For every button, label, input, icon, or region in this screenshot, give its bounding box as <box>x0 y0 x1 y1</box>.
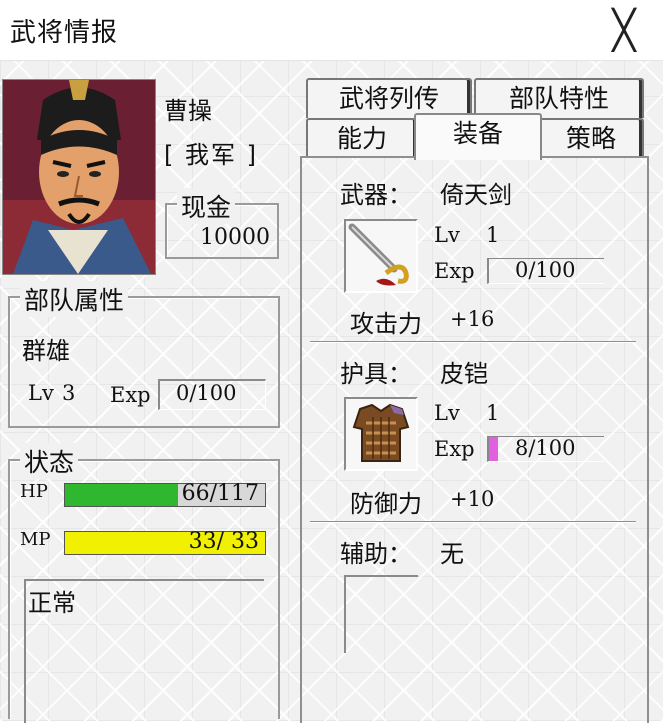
tab-biography[interactable]: 武将列传 <box>306 78 472 118</box>
weapon-name: 倚天剑 <box>440 181 512 209</box>
general-name: 曹操 <box>164 97 212 125</box>
tab-ability[interactable]: 能力 <box>306 118 418 158</box>
hp-bar-fill <box>65 484 178 506</box>
armor-icon-frame <box>344 397 418 471</box>
weapon-exp-value: 0/100 <box>515 258 576 282</box>
accessory-icon-frame <box>344 575 418 653</box>
armor-lv-value: 1 <box>486 401 500 425</box>
condition-text: 正常 <box>28 589 76 617</box>
status-legend: 状态 <box>20 443 79 479</box>
portrait-image <box>3 80 155 274</box>
tab-unit-traits[interactable]: 部队特性 <box>474 78 644 118</box>
weapon-lv-label: Lv <box>434 223 460 247</box>
armor-name: 皮铠 <box>440 360 488 388</box>
armor-lv-label: Lv <box>434 401 460 425</box>
unit-attribute-legend: 部队属性 <box>20 281 129 317</box>
weapon-slot-label: 武器： <box>340 181 412 209</box>
weapon-exp-label: Exp <box>434 259 475 283</box>
weapon-stat-value: +16 <box>450 307 495 331</box>
armor-exp-value: 8/100 <box>515 436 576 460</box>
armor-stat-label: 防御力 <box>350 490 422 518</box>
mp-value: 33/ 33 <box>188 529 259 554</box>
money-label: 现金 <box>177 188 236 224</box>
unit-lv-value: 3 <box>62 381 76 405</box>
money-value: 10000 <box>200 225 270 250</box>
weapon-icon-frame <box>344 219 418 293</box>
close-icon: ╳ <box>612 8 636 52</box>
sword-icon <box>348 223 409 286</box>
close-button[interactable]: ╳ <box>607 10 641 50</box>
mp-label: MP <box>20 529 51 550</box>
accessory-name: 无 <box>440 540 464 568</box>
armor-exp-fill <box>489 437 499 461</box>
window-title: 武将情报 <box>10 18 119 48</box>
window-titlebar: 武将情报 ╳ <box>0 0 663 61</box>
weapon-lv-value: 1 <box>486 223 500 247</box>
armor-slot-label: 护具： <box>340 360 412 388</box>
unit-type: 群雄 <box>22 337 70 365</box>
hp-value: 66/117 <box>181 481 259 506</box>
unit-lv-label: Lv <box>28 381 54 405</box>
mp-bar: 33/ 33 <box>64 529 266 555</box>
tab-equipment[interactable]: 装备 <box>414 113 542 160</box>
general-info-panel: 曹操 [ 我军 ] 现金 10000 部队属性 群雄 Lv 3 Exp 0/10… <box>0 61 663 723</box>
armor-exp-label: Exp <box>434 437 475 461</box>
general-portrait <box>2 79 156 275</box>
unit-exp-label: Exp <box>110 383 151 407</box>
armor-icon <box>352 403 410 462</box>
hp-label: HP <box>20 481 48 502</box>
accessory-slot-label: 辅助： <box>340 540 412 568</box>
equipment-divider <box>310 521 636 523</box>
hp-bar: 66/117 <box>64 481 266 507</box>
tab-strategy[interactable]: 策略 <box>538 118 644 158</box>
unit-exp-value: 0/100 <box>176 381 237 405</box>
general-faction: [ 我军 ] <box>164 141 258 169</box>
weapon-stat-label: 攻击力 <box>350 310 422 338</box>
equipment-divider <box>310 341 636 343</box>
armor-stat-value: +10 <box>450 487 495 511</box>
